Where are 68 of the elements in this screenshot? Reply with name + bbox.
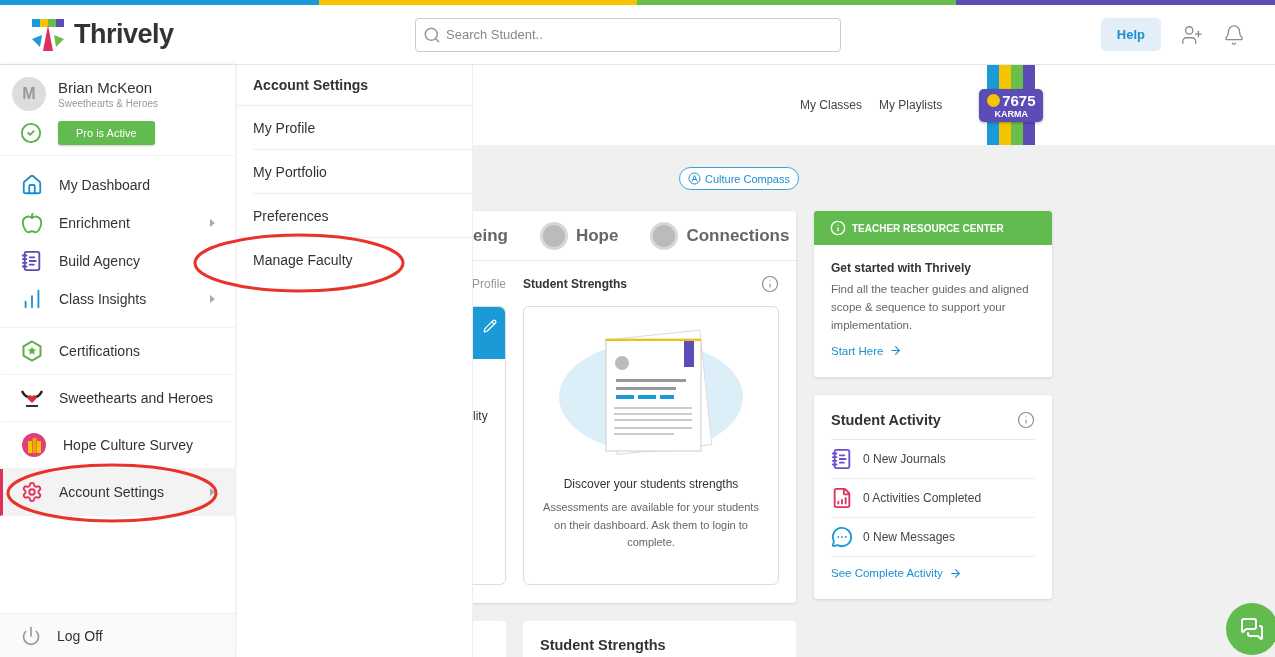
search-field[interactable]: Search Student.. [415,17,841,52]
activity-count: 0 New Journals [863,451,946,466]
activity-count: 0 Activities Completed [863,490,982,505]
chat-button[interactable] [1226,603,1275,655]
karma-points: 7675 [1002,91,1036,109]
logo-icon [30,16,66,53]
card-title: Student Strengths [540,637,667,653]
avatar: M [12,77,46,111]
sidebar-item[interactable]: Account Settings [0,469,235,516]
karma-label: KARMA [994,108,1029,119]
chat-bubble-icon [831,525,853,548]
sidebar-item[interactable]: Class Insights [0,280,235,318]
survey-badge-icon [21,432,47,458]
nav-link[interactable]: My Classes [800,65,862,145]
info-icon[interactable] [761,274,779,293]
pencil-icon[interactable] [483,319,497,333]
pillar-tab[interactable]: Hope [539,221,619,250]
strengths-description: Assessments are available for your students on their dashboard. Ask them to login to complete. [542,500,760,551]
sidebar-item[interactable]: Certifications [0,328,235,375]
submenu-item[interactable]: Manage Faculty [253,238,472,282]
search-icon [423,25,441,44]
activity-title: Student Activity [831,411,941,428]
pillar-icon [539,221,568,250]
submenu-item[interactable]: My Profile [253,106,472,150]
start-here-link[interactable]: Start Here [831,344,903,358]
check-circle-icon [20,122,42,144]
apple-icon [21,212,43,234]
bell-icon[interactable] [1223,23,1245,46]
see-activity-link[interactable]: See Complete Activity [831,566,962,580]
resource-card-header: TEACHER RESOURCE CENTER [814,211,1052,245]
chat-icon [1240,617,1264,641]
add-user-icon[interactable] [1181,23,1203,46]
submenu-item[interactable]: Preferences [253,194,472,238]
pro-status-badge: Pro is Active [58,121,155,145]
info-icon[interactable] [1017,410,1035,429]
submenu-item[interactable]: My Portfolio [253,150,472,194]
compass-icon [688,172,701,185]
pillar-tab[interactable]: eing [473,225,508,246]
sidebar-item[interactable]: Build Agency [0,242,235,280]
user-name: Brian McKeon [58,79,154,96]
home-icon [21,174,43,196]
settings-icon [21,481,43,503]
sidebar-item[interactable]: Sweethearts and Heroes [0,375,235,422]
star-hexagon-icon [21,340,43,362]
strengths-title: Discover your students strengths [563,477,739,491]
pillar-icon [650,221,679,250]
sidebar-item[interactable]: My Dashboard [0,166,235,204]
subtab[interactable]: Student Strengths [523,261,779,306]
card-text: lity [473,409,489,423]
coin-icon [987,93,1001,107]
resource-title: Get started with Thrively [831,261,973,275]
sidebar-item[interactable]: Enrichment [0,204,235,242]
nav-link[interactable]: My Playlists [879,65,943,145]
logo-text: Thrively [74,19,174,50]
notebook-icon [831,447,853,470]
user-organization: Sweethearts & Heroes [58,98,159,109]
activity-count: 0 New Messages [863,529,956,544]
power-icon [21,625,41,646]
arrow-right-icon [889,344,903,358]
notebook-icon [21,250,43,272]
arrow-right-icon [948,566,962,580]
pillar-tab[interactable]: Connections [650,221,790,250]
info-icon [830,220,846,236]
culture-compass-button[interactable]: Culture Compass [679,167,799,190]
resource-description: Find all the teacher guides and aligned scope & sequence to support your implementation. [831,282,1030,333]
log-off-item[interactable]: Log Off [0,613,235,657]
report-icon [831,486,853,509]
submenu-title: Account Settings [236,65,472,106]
